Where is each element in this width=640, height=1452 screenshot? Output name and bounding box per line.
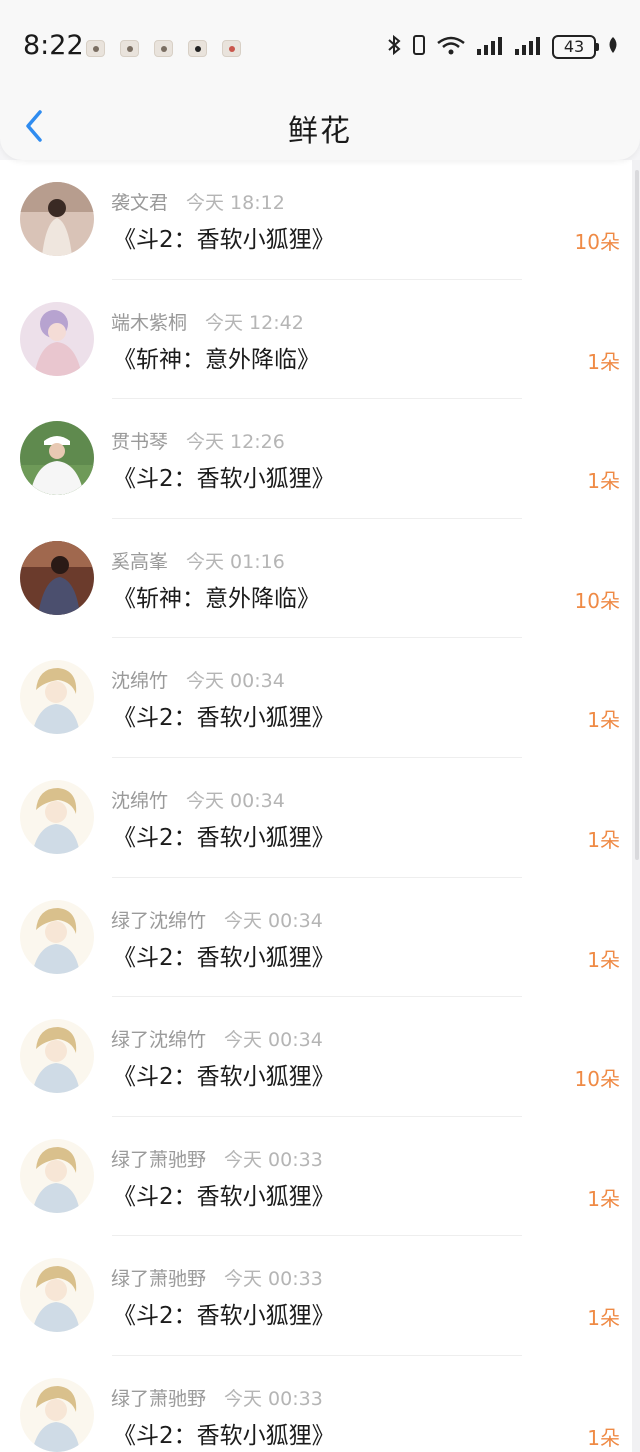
list-item[interactable]: 绿了萧驰野 今天 00:33 《斗2：香软小狐狸》 1朵: [0, 1117, 632, 1237]
work-title: 《斗2：香软小狐狸》: [113, 466, 335, 493]
work-title: 《斩神：意外降临》: [113, 585, 320, 612]
flower-count: 1朵: [587, 349, 620, 374]
wifi-icon: [436, 34, 466, 60]
avatar[interactable]: [20, 1138, 94, 1213]
list-item[interactable]: 袭文君 今天 18:12 《斗2：香软小狐狸》 10朵: [0, 160, 632, 280]
flower-count: 1朵: [587, 1425, 620, 1450]
work-title: 《斗2：香软小狐狸》: [113, 944, 335, 971]
list-item[interactable]: 奚高峯 今天 01:16 《斩神：意外降临》 10朵: [0, 519, 632, 639]
sender-name: 沈绵竹: [111, 789, 169, 812]
sender-name: 绿了沈绵竹: [111, 1029, 207, 1052]
gift-time: 今天 18:12: [186, 192, 285, 214]
phone-vibrate-icon: [412, 34, 426, 60]
app-notification-icon: [86, 40, 105, 57]
avatar[interactable]: [20, 1258, 94, 1333]
work-title: 《斗2：香软小狐狸》: [113, 227, 335, 253]
signal-icon: [514, 35, 542, 59]
flower-count: 1朵: [587, 469, 620, 494]
flower-count: 1朵: [587, 1306, 620, 1331]
avatar[interactable]: [20, 899, 94, 974]
gift-time: 今天 12:26: [186, 431, 285, 454]
gift-time: 今天 00:33: [224, 1148, 323, 1171]
status-bar: 8:22 43: [0, 0, 640, 96]
gift-time: 今天 01:16: [186, 550, 285, 573]
sender-name: 袭文君: [111, 192, 169, 214]
flower-count: 1朵: [587, 1186, 620, 1211]
work-title: 《斗2：香软小狐狸》: [113, 705, 335, 732]
app-notification-icon: [120, 40, 139, 57]
app-notification-icon: [188, 40, 207, 57]
sender-name: 贯书琴: [111, 431, 169, 454]
list-item[interactable]: 端木紫桐 今天 12:42 《斩神：意外降临》 1朵: [0, 280, 632, 400]
system-icons: 43: [386, 34, 620, 60]
avatar[interactable]: [20, 1019, 94, 1094]
work-title: 《斗2：香软小狐狸》: [113, 1064, 335, 1091]
avatar[interactable]: [20, 540, 94, 615]
avatar[interactable]: [20, 779, 94, 854]
gift-time: 今天 00:34: [186, 670, 285, 693]
gift-time: 今天 12:42: [205, 311, 304, 334]
page-title: 鲜花: [288, 114, 352, 149]
gift-time: 今天 00:34: [186, 789, 285, 812]
gift-time: 今天 00:34: [224, 1029, 323, 1052]
navigation-bar: 鲜花: [0, 96, 640, 160]
work-title: 《斩神：意外降临》: [113, 346, 320, 373]
avatar[interactable]: [20, 1377, 94, 1452]
sender-name: 绿了沈绵竹: [111, 909, 207, 932]
scrollbar-thumb[interactable]: [635, 170, 639, 860]
list-item[interactable]: 绿了萧驰野 今天 00:33 《斗2：香软小狐狸》 1朵: [0, 1356, 632, 1452]
list-item[interactable]: 绿了萧驰野 今天 00:33 《斗2：香软小狐狸》 1朵: [0, 1236, 632, 1356]
status-time: 8:22: [23, 30, 84, 61]
flower-count: 10朵: [574, 230, 620, 254]
avatar[interactable]: [20, 660, 94, 735]
battery-icon: 43: [552, 35, 599, 59]
work-title: 《斗2：香软小狐狸》: [113, 1303, 335, 1330]
list-item[interactable]: 沈绵竹 今天 00:34 《斗2：香软小狐狸》 1朵: [0, 638, 632, 758]
list-item[interactable]: 沈绵竹 今天 00:34 《斗2：香软小狐狸》 1朵: [0, 758, 632, 878]
list-item[interactable]: 绿了沈绵竹 今天 00:34 《斗2：香软小狐狸》 1朵: [0, 878, 632, 998]
app-notification-icon: [222, 40, 241, 57]
flower-count: 10朵: [574, 588, 620, 613]
avatar[interactable]: [20, 301, 94, 376]
gift-time: 今天 00:34: [224, 909, 323, 932]
flower-count: 1朵: [587, 947, 620, 972]
work-title: 《斗2：香软小狐狸》: [113, 1183, 335, 1210]
notification-icons: [86, 40, 241, 57]
gift-time: 今天 00:33: [224, 1387, 323, 1410]
top-bar: 8:22 43 鲜花: [0, 0, 640, 160]
sender-name: 绿了萧驰野: [111, 1387, 207, 1410]
work-title: 《斗2：香软小狐狸》: [113, 824, 335, 851]
gift-time: 今天 00:33: [224, 1268, 323, 1291]
signal-icon: [476, 35, 504, 59]
flower-count: 10朵: [574, 1067, 620, 1092]
list-item[interactable]: 贯书琴 今天 12:26 《斗2：香软小狐狸》 1朵: [0, 399, 632, 519]
sender-name: 沈绵竹: [111, 670, 169, 693]
avatar[interactable]: [20, 182, 94, 256]
app-notification-icon: [154, 40, 173, 57]
flower-gift-list[interactable]: 袭文君 今天 18:12 《斗2：香软小狐狸》 10朵 端木紫桐 今天 12:42 …: [0, 160, 632, 1452]
avatar[interactable]: [20, 421, 94, 496]
leaf-icon: [606, 35, 620, 59]
bluetooth-icon: [386, 34, 402, 60]
sender-name: 绿了萧驰野: [111, 1268, 207, 1291]
flower-count: 1朵: [587, 827, 620, 852]
sender-name: 绿了萧驰野: [111, 1148, 207, 1171]
sender-name: 端木紫桐: [111, 311, 188, 334]
work-title: 《斗2：香软小狐狸》: [113, 1422, 335, 1449]
sender-name: 奚高峯: [111, 550, 169, 573]
list-item[interactable]: 绿了沈绵竹 今天 00:34 《斗2：香软小狐狸》 10朵: [0, 997, 632, 1117]
flower-count: 1朵: [587, 708, 620, 733]
